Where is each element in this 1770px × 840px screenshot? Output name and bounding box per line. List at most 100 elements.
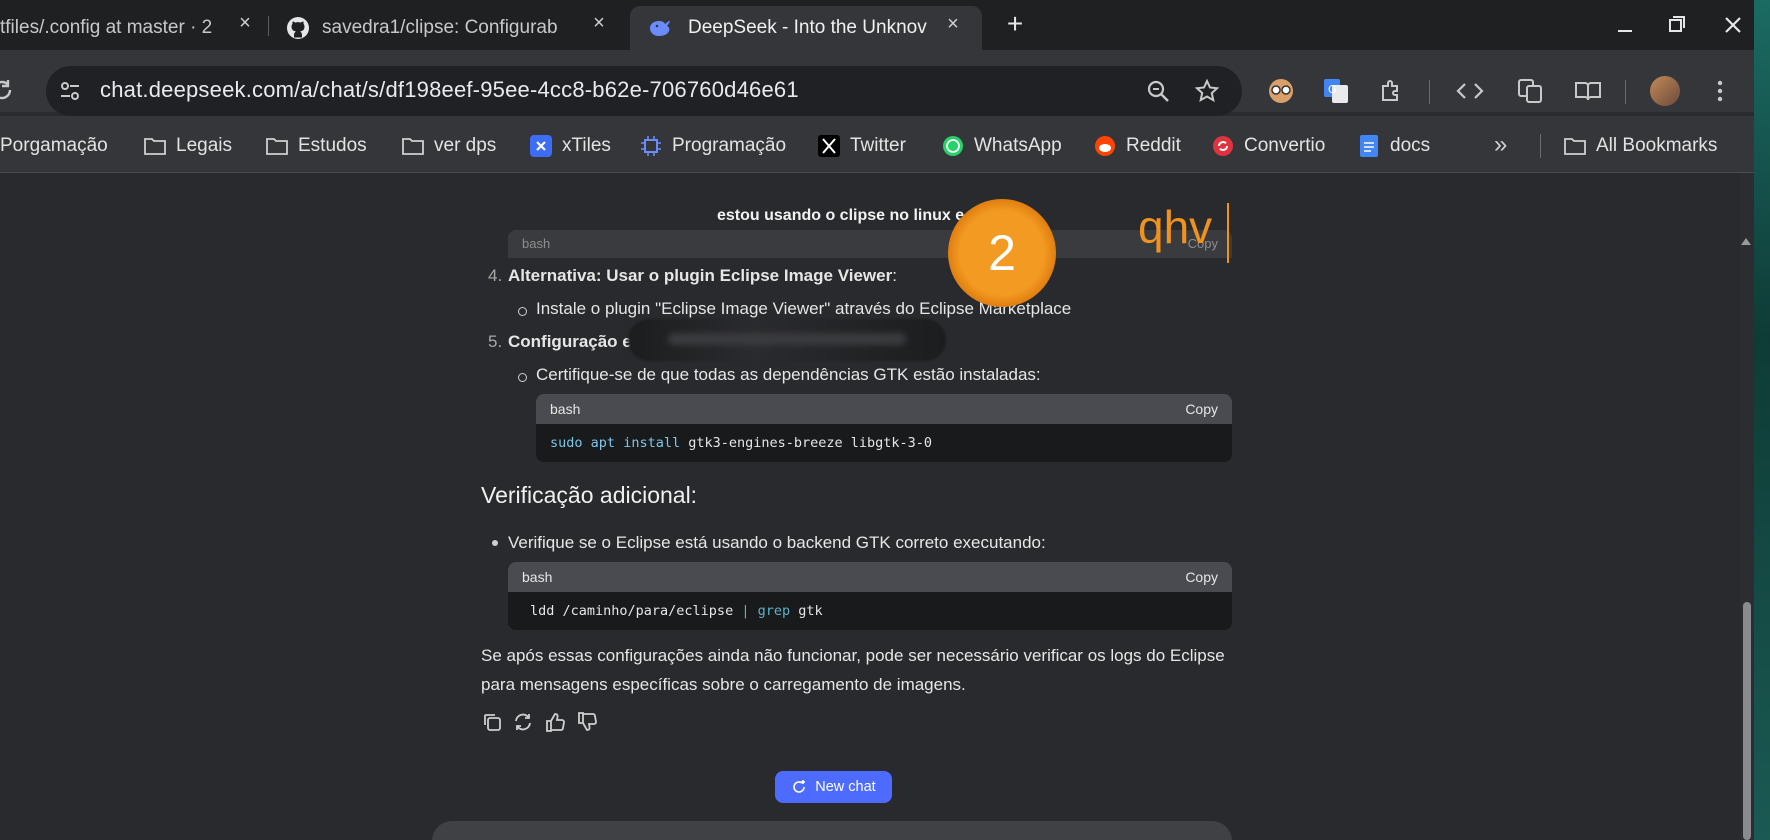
copy-icon[interactable] bbox=[481, 711, 503, 733]
bookmark-twitter[interactable]: Twitter bbox=[818, 130, 906, 162]
translate-page-icon[interactable] bbox=[1514, 75, 1546, 107]
bookmark-estudos[interactable]: Estudos bbox=[266, 130, 367, 162]
bookmark-label: Legais bbox=[176, 135, 232, 156]
bookmark-porgamacao[interactable]: Porgamação bbox=[0, 130, 108, 162]
code-token: grep bbox=[749, 603, 791, 619]
all-bookmarks-button[interactable]: All Bookmarks bbox=[1564, 130, 1717, 162]
copy-button[interactable]: Copy bbox=[1185, 569, 1218, 585]
code-block-header: bash Copy bbox=[508, 230, 1232, 258]
new-tab-button[interactable]: + bbox=[1000, 10, 1030, 40]
new-chat-icon bbox=[791, 779, 807, 795]
code-lang-label: bash bbox=[550, 401, 581, 417]
extension-glasses-icon[interactable] bbox=[1265, 75, 1297, 107]
folder-icon bbox=[1564, 135, 1586, 157]
tab-deepseek[interactable]: DeepSeek - Into the Unknov bbox=[630, 6, 982, 50]
tab-close-icon[interactable]: × bbox=[944, 14, 962, 34]
list-number: 5. bbox=[488, 332, 503, 351]
bookmark-label: Twitter bbox=[850, 135, 906, 156]
code-token: ldd /caminho/para/eclipse bbox=[530, 603, 742, 619]
list-item-4: Alternativa: Usar o plugin Eclipse Image… bbox=[508, 262, 897, 290]
bookmark-label: WhatsApp bbox=[974, 135, 1062, 156]
tab-close-icon[interactable]: × bbox=[236, 13, 254, 33]
list-item-heading: Alternativa: Usar o plugin Eclipse Image… bbox=[508, 266, 893, 285]
paragraph-line: para mensagens específicas sobre o carre… bbox=[481, 675, 966, 694]
bookmark-whatsapp[interactable]: WhatsApp bbox=[942, 130, 1062, 162]
bookmark-legais[interactable]: Legais bbox=[144, 130, 232, 162]
url-text[interactable]: chat.deepseek.com/a/chat/s/df198eef-95ee… bbox=[100, 77, 799, 103]
scroll-up-arrow-icon[interactable] bbox=[1741, 238, 1751, 245]
sub-bullet bbox=[518, 373, 527, 382]
bookmark-xtiles[interactable]: xTiles bbox=[530, 130, 611, 162]
bookmark-star-icon[interactable] bbox=[1191, 75, 1223, 107]
deepseek-whale-icon bbox=[648, 18, 674, 38]
reading-mode-icon[interactable] bbox=[1572, 75, 1604, 107]
tab-close-icon[interactable]: × bbox=[590, 13, 608, 33]
bookmark-docs[interactable]: docs bbox=[1358, 130, 1430, 162]
tab-title: tfiles/.config at master · 2 bbox=[0, 17, 213, 38]
bookmark-label: Programação bbox=[672, 135, 787, 156]
tab-clipse-github[interactable]: savedra1/clipse: Configurab bbox=[282, 6, 582, 50]
tab-separator bbox=[268, 16, 269, 36]
list-item-heading: Configuração e bbox=[508, 332, 632, 351]
tab-title: savedra1/clipse: Configurab bbox=[322, 17, 558, 38]
convertio-icon bbox=[1212, 135, 1234, 157]
code-content: ldd /caminho/para/eclipse | grep gtk bbox=[508, 592, 1232, 630]
code-token: gtk3-engines-breeze libgtk-3-0 bbox=[680, 435, 933, 451]
list-item: Verifique se o Eclipse está usando o bac… bbox=[508, 533, 1046, 552]
typed-overlay-text: qhv bbox=[1138, 201, 1213, 253]
step-badge-number: 2 bbox=[988, 225, 1016, 281]
new-chat-button[interactable]: New chat bbox=[775, 771, 892, 803]
zoom-icon[interactable] bbox=[1142, 75, 1174, 107]
profile-avatar[interactable] bbox=[1650, 76, 1680, 106]
bookmark-convertio[interactable]: Convertio bbox=[1212, 130, 1325, 162]
bookmark-label: Porgamação bbox=[0, 135, 108, 156]
chat-input[interactable] bbox=[432, 821, 1232, 840]
bookmark-label: All Bookmarks bbox=[1596, 135, 1718, 156]
xtiles-icon bbox=[530, 135, 552, 157]
bookmark-label: Reddit bbox=[1126, 135, 1181, 156]
chip-icon bbox=[640, 135, 662, 157]
code-block: bash Copy sudo apt install gtk3-engines-… bbox=[536, 394, 1232, 462]
minimize-icon[interactable] bbox=[1610, 10, 1640, 40]
bookmarks-separator bbox=[1540, 134, 1541, 158]
reddit-icon bbox=[1094, 135, 1116, 157]
more-bookmarks-icon[interactable]: » bbox=[1494, 132, 1520, 160]
tab-dotfiles[interactable]: tfiles/.config at master · 2 bbox=[0, 6, 225, 50]
user-prompt-text: estou usando o clipse no linux e bbox=[717, 207, 965, 224]
sub-bullet bbox=[518, 307, 527, 316]
colon: : bbox=[892, 266, 897, 285]
code-icon[interactable] bbox=[1454, 75, 1486, 107]
extensions-puzzle-icon[interactable] bbox=[1375, 75, 1407, 107]
docs-icon bbox=[1358, 135, 1380, 157]
bookmark-label: xTiles bbox=[562, 135, 611, 156]
toolbar-separator bbox=[1625, 80, 1626, 104]
bookmark-ver-dps[interactable]: ver dps bbox=[402, 130, 496, 162]
bookmark-label: ver dps bbox=[434, 135, 497, 156]
scrollbar-thumb[interactable] bbox=[1743, 602, 1751, 840]
toolbar-separator bbox=[1429, 80, 1430, 104]
bookmark-label: Convertio bbox=[1244, 135, 1326, 156]
close-window-icon[interactable] bbox=[1718, 10, 1748, 40]
new-chat-label: New chat bbox=[815, 779, 876, 795]
copy-button[interactable]: Copy bbox=[1185, 401, 1218, 417]
bookmark-reddit[interactable]: Reddit bbox=[1094, 130, 1181, 162]
code-content: sudo apt install gtk3-engines-breeze lib… bbox=[536, 424, 1232, 462]
bookmark-label: Estudos bbox=[298, 135, 367, 156]
menu-kebab-icon[interactable] bbox=[1704, 75, 1736, 107]
x-icon bbox=[818, 135, 840, 157]
thumbs-down-icon[interactable] bbox=[576, 711, 598, 733]
code-token: apt bbox=[590, 435, 616, 451]
code-block-header: bash Copy bbox=[536, 394, 1232, 424]
section-heading: Verificação adicional: bbox=[481, 482, 698, 508]
regenerate-icon[interactable] bbox=[512, 711, 534, 733]
site-settings-icon[interactable] bbox=[54, 75, 86, 107]
maximize-icon[interactable] bbox=[1660, 10, 1690, 40]
reload-icon[interactable] bbox=[0, 74, 18, 106]
code-lang-label: bash bbox=[522, 236, 551, 251]
code-token: sudo bbox=[550, 435, 583, 451]
google-translate-icon[interactable]: G bbox=[1320, 75, 1352, 107]
thumbs-up-icon[interactable] bbox=[544, 711, 566, 733]
svg-text:G: G bbox=[1328, 83, 1337, 96]
bookmark-programacao[interactable]: Programação bbox=[640, 130, 786, 162]
text-cursor bbox=[1227, 203, 1229, 263]
